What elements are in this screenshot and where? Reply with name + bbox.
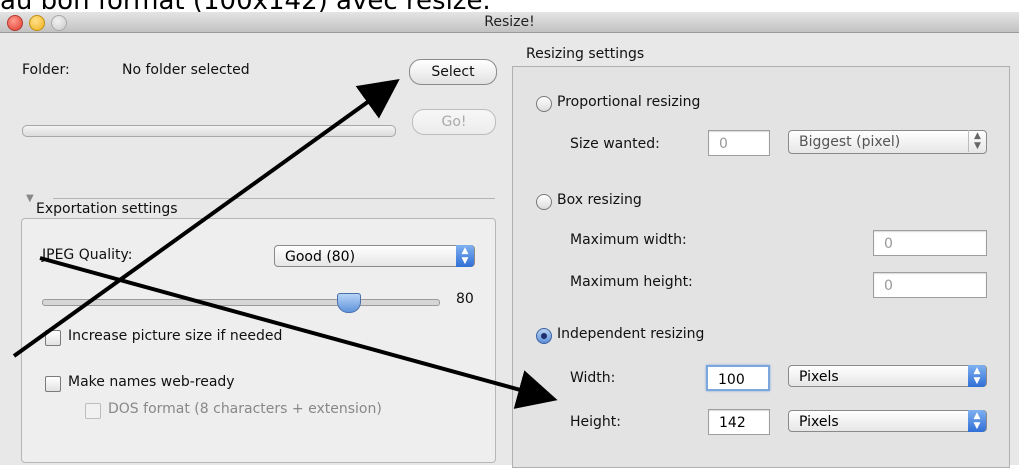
arrow-to-select: [12, 79, 400, 358]
arrow-to-width: [39, 256, 558, 409]
annotation-arrows: [12, 79, 558, 409]
